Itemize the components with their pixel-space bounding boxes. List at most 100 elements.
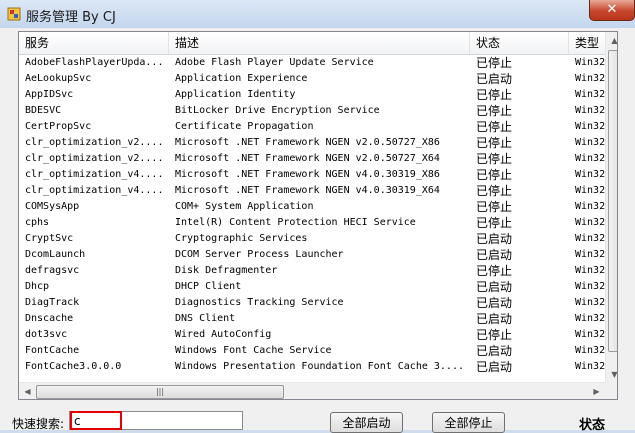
service-name-cell: AppIDSvc: [25, 89, 74, 100]
service-status-cell: 已启动: [476, 280, 513, 294]
table-row[interactable]: cphs Intel(R) Content Protection HECI Ser…: [19, 215, 605, 231]
service-status-cell: 已停止: [476, 152, 513, 166]
service-type-cell: Win32: [575, 281, 606, 292]
service-description-cell: Microsoft .NET Framework NGEN v4.0.30319…: [175, 169, 440, 180]
column-header-type[interactable]: 类型: [569, 32, 609, 54]
horizontal-scroll-thumb[interactable]: |||: [36, 385, 284, 399]
service-type-cell: Win32: [575, 185, 606, 196]
table-row[interactable]: FontCache Windows Font Cache Service 已启动 Wi…: [19, 343, 605, 359]
service-description-cell: Diagnostics Tracking Service: [175, 297, 344, 308]
service-type-cell: Win32: [575, 201, 606, 212]
scroll-left-icon[interactable]: ◀: [19, 383, 36, 399]
column-header-status[interactable]: 状态: [470, 32, 569, 54]
service-status-cell: 已停止: [476, 120, 513, 134]
service-description-cell: Disk Defragmenter: [175, 265, 278, 276]
service-name-cell: CertPropSvc: [25, 121, 92, 132]
scroll-right-icon[interactable]: ▶: [588, 383, 605, 399]
service-type-cell: Win32: [575, 249, 606, 260]
service-description-cell: DCOM Server Process Launcher: [175, 249, 344, 260]
table-row[interactable]: clr_optimization_v4.... Microsoft .NET Fr…: [19, 183, 605, 199]
service-type-cell: Win32: [575, 265, 606, 276]
title-bar[interactable]: 服务管理 By CJ ✕: [0, 0, 635, 28]
service-type-cell: Win32: [575, 121, 606, 132]
service-description-cell: DNS Client: [175, 313, 236, 324]
service-description-cell: Windows Font Cache Service: [175, 345, 332, 356]
table-row[interactable]: Dhcp DHCP Client 已启动 Win32: [19, 279, 605, 295]
table-row[interactable]: clr_optimization_v2.... Microsoft .NET Fr…: [19, 135, 605, 151]
service-description-cell: Certificate Propagation: [175, 121, 314, 132]
services-list[interactable]: 服务 描述 状态 类型 AdobeFlashPlayerUpda... Adobe…: [18, 31, 618, 400]
service-description-cell: Application Identity: [175, 89, 296, 100]
service-status-cell: 已停止: [476, 104, 513, 118]
service-name-cell: Dnscache: [25, 313, 74, 324]
status-label: 状态: [579, 418, 606, 433]
service-status-cell: 已停止: [476, 56, 513, 70]
app-window: 服务管理 By CJ ✕ 服务 描述 状态 类型 AdobeFlashPlaye…: [0, 0, 635, 433]
service-status-cell: 已启动: [476, 360, 513, 374]
service-name-cell: clr_optimization_v4....: [25, 169, 164, 180]
app-window-icon: [7, 7, 21, 21]
service-status-cell: 已启动: [476, 72, 513, 86]
service-description-cell: Windows Presentation Foundation Font Cac…: [175, 361, 464, 372]
service-type-cell: Win32: [575, 57, 606, 68]
list-header: 服务 描述 状态 类型: [19, 32, 617, 55]
table-row[interactable]: DcomLaunch DCOM Server Process Launcher 已启…: [19, 247, 605, 263]
table-row[interactable]: CertPropSvc Certificate Propagation 已停止 Win…: [19, 119, 605, 135]
table-row[interactable]: Dnscache DNS Client 已启动 Win32: [19, 311, 605, 327]
service-description-cell: Wired AutoConfig: [175, 329, 272, 340]
scroll-corner: [605, 382, 617, 399]
service-status-cell: 已启动: [476, 344, 513, 358]
search-highlight-box: [70, 411, 122, 430]
table-row[interactable]: clr_optimization_v2.... Microsoft .NET Fr…: [19, 151, 605, 167]
horizontal-scrollbar[interactable]: ◀ ||| ▶: [19, 382, 605, 399]
table-row[interactable]: DiagTrack Diagnostics Tracking Service 已启动…: [19, 295, 605, 311]
service-description-cell: Cryptographic Services: [175, 233, 308, 244]
list-rows: AdobeFlashPlayerUpda... Adobe Flash Playe…: [19, 55, 605, 375]
scroll-down-icon[interactable]: ▼: [606, 366, 617, 383]
vertical-scrollbar[interactable]: ▲ ▼: [605, 32, 617, 384]
service-type-cell: Win32: [575, 105, 606, 116]
service-type-cell: Win32: [575, 73, 606, 84]
table-row[interactable]: clr_optimization_v4.... Microsoft .NET Fr…: [19, 167, 605, 183]
column-header-description[interactable]: 描述: [169, 32, 470, 54]
table-row[interactable]: COMSysApp COM+ System Application 已停止 Win32: [19, 199, 605, 215]
service-name-cell: clr_optimization_v2....: [25, 137, 164, 148]
service-name-cell: cphs: [25, 217, 50, 228]
service-type-cell: Win32: [575, 313, 606, 324]
service-name-cell: dot3svc: [25, 329, 68, 340]
column-header-service[interactable]: 服务: [19, 32, 169, 54]
service-name-cell: BDESVC: [25, 105, 62, 116]
service-name-cell: clr_optimization_v4....: [25, 185, 164, 196]
service-name-cell: DiagTrack: [25, 297, 80, 308]
table-row[interactable]: defragsvc Disk Defragmenter 已停止 Win32: [19, 263, 605, 279]
service-type-cell: Win32: [575, 329, 606, 340]
service-name-cell: clr_optimization_v2....: [25, 153, 164, 164]
service-status-cell: 已停止: [476, 216, 513, 230]
table-row[interactable]: BDESVC BitLocker Drive Encryption Service…: [19, 103, 605, 119]
service-name-cell: AeLookupSvc: [25, 73, 92, 84]
scroll-up-icon[interactable]: ▲: [606, 32, 617, 49]
table-row[interactable]: AdobeFlashPlayerUpda... Adobe Flash Playe…: [19, 55, 605, 71]
service-description-cell: Intel(R) Content Protection HECI Service: [175, 217, 416, 228]
service-status-cell: 已启动: [476, 296, 513, 310]
service-description-cell: Adobe Flash Player Update Service: [175, 57, 374, 68]
service-status-cell: 已停止: [476, 88, 513, 102]
service-name-cell: FontCache: [25, 345, 80, 356]
window-title: 服务管理 By CJ: [26, 10, 116, 25]
service-description-cell: Microsoft .NET Framework NGEN v2.0.50727…: [175, 137, 440, 148]
service-name-cell: Dhcp: [25, 281, 50, 292]
service-description-cell: BitLocker Drive Encryption Service: [175, 105, 380, 116]
table-row[interactable]: AeLookupSvc Application Experience 已启动 Win3…: [19, 71, 605, 87]
vertical-scroll-thumb[interactable]: [608, 50, 617, 352]
table-row[interactable]: FontCache3.0.0.0 Windows Presentation Fou…: [19, 359, 605, 375]
table-row[interactable]: AppIDSvc Application Identity 已停止 Win32: [19, 87, 605, 103]
table-row[interactable]: dot3svc Wired AutoConfig 已停止 Win32: [19, 327, 605, 343]
service-description-cell: Microsoft .NET Framework NGEN v4.0.30319…: [175, 185, 440, 196]
service-type-cell: Win32: [575, 217, 606, 228]
service-name-cell: DcomLaunch: [25, 249, 86, 260]
close-button[interactable]: ✕: [589, 0, 635, 21]
service-name-cell: defragsvc: [25, 265, 80, 276]
service-type-cell: Win32: [575, 297, 606, 308]
service-type-cell: Win32: [575, 169, 606, 180]
table-row[interactable]: CryptSvc Cryptographic Services 已启动 Win32: [19, 231, 605, 247]
